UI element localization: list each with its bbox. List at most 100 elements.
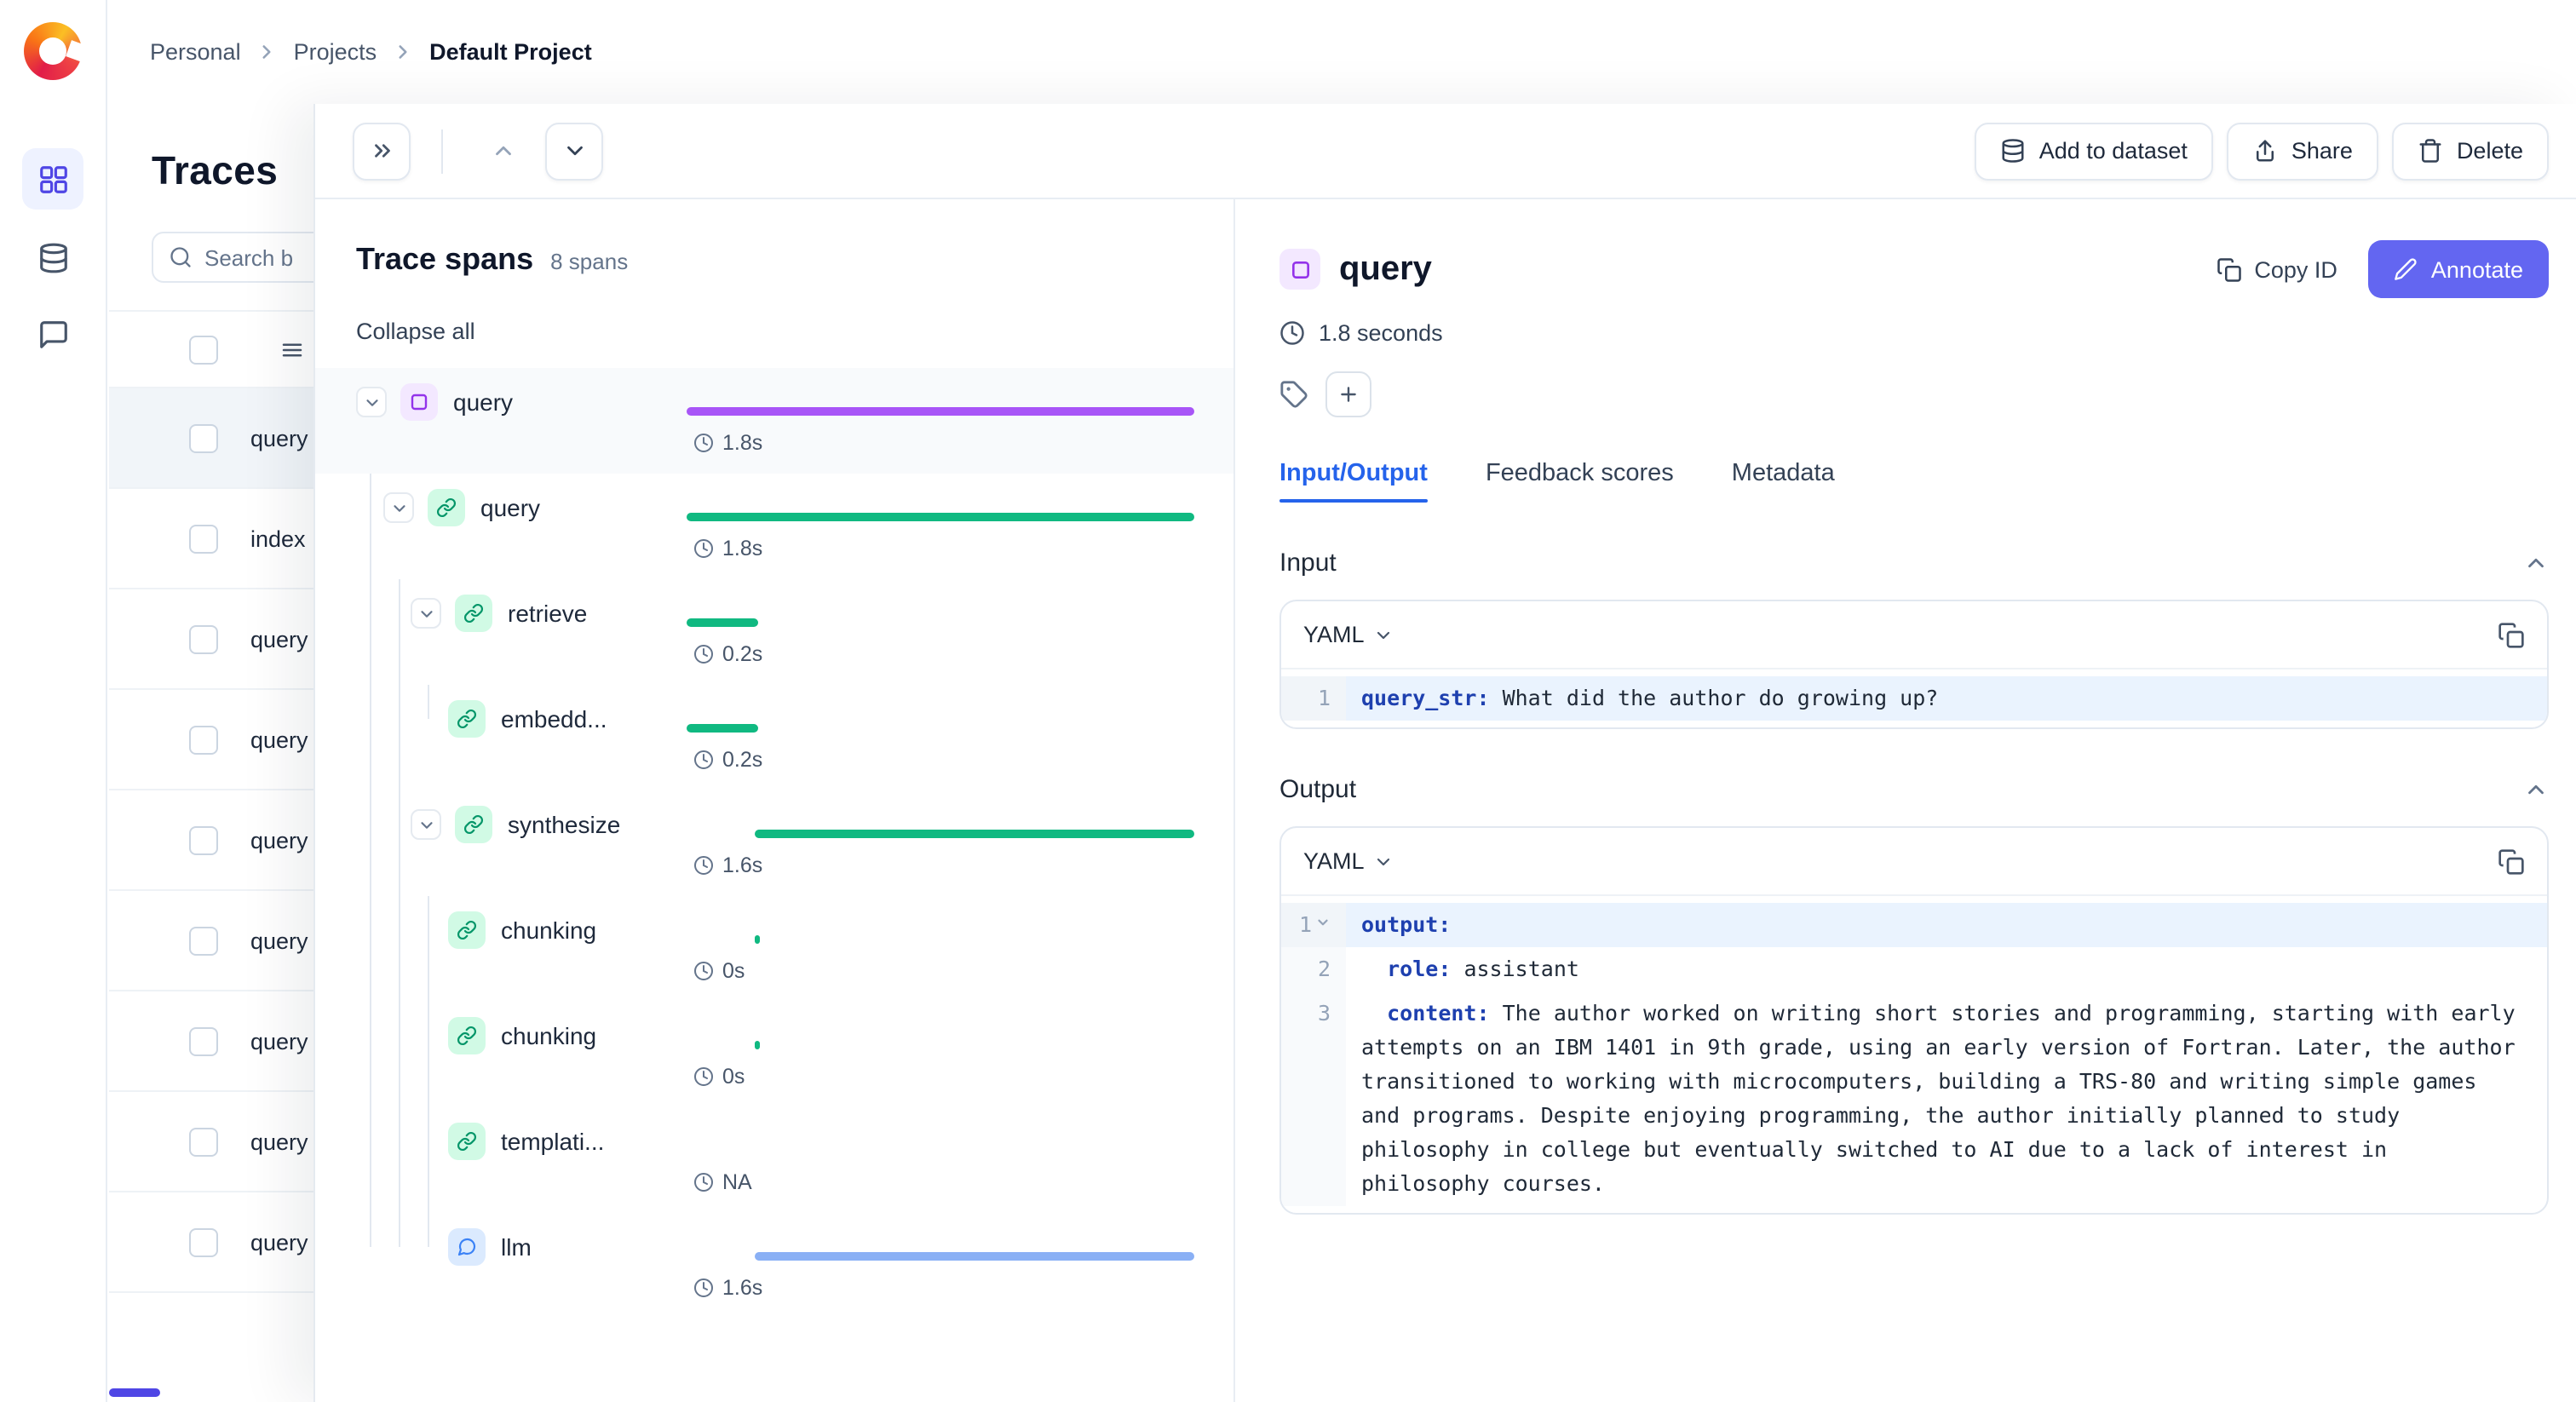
add-to-dataset-button[interactable]: Add to dataset xyxy=(1974,122,2213,180)
row-checkbox[interactable] xyxy=(189,1127,218,1156)
chevron-down-icon[interactable] xyxy=(356,387,387,417)
link-icon xyxy=(455,595,492,632)
format-select[interactable]: YAML xyxy=(1303,848,1394,874)
collapse-input-button[interactable] xyxy=(2523,550,2549,576)
copy-id-button[interactable]: Copy ID xyxy=(2217,256,2337,282)
traces-table: query index query query query query quer… xyxy=(109,310,315,1293)
line-number: 1 xyxy=(1281,676,1346,721)
trace-spans-panel: Trace spans 8 spans Collapse all query 1… xyxy=(315,199,1235,1402)
chevrons-right-icon xyxy=(369,138,394,164)
delete-label: Delete xyxy=(2456,138,2523,164)
copy-icon[interactable] xyxy=(2498,621,2525,648)
span-row[interactable]: chunking 0s xyxy=(315,1002,1233,1107)
tab-metadata[interactable]: Metadata xyxy=(1732,460,1835,503)
spans-count: 8 spans xyxy=(550,249,629,274)
link-icon xyxy=(448,700,486,738)
traces-table-header xyxy=(109,310,315,388)
search-input[interactable] xyxy=(152,232,315,283)
sidebar-item-projects[interactable] xyxy=(22,148,83,210)
search-field[interactable] xyxy=(204,244,315,270)
trace-icon xyxy=(1279,249,1320,290)
chevron-down-icon xyxy=(561,138,587,164)
fold-caret-icon[interactable] xyxy=(1315,915,1331,930)
span-detail-panel: query Copy ID Annotate 1.8 seconds Input… xyxy=(1235,199,2576,1402)
code-line: 3 content: The author worked on writing … xyxy=(1281,991,2547,1206)
code-line: 1 query_str: What did the author do grow… xyxy=(1281,676,2547,721)
table-row[interactable]: query xyxy=(109,891,315,991)
table-row[interactable]: query xyxy=(109,790,315,891)
duration-bar xyxy=(687,513,1194,521)
tags-row xyxy=(1279,371,2549,417)
pencil-icon xyxy=(2394,257,2418,281)
span-row[interactable]: chunking 0s xyxy=(315,896,1233,1002)
share-button[interactable]: Share xyxy=(2226,122,2378,180)
dataset-icon xyxy=(2000,138,2026,164)
sidebar-item-datasets[interactable] xyxy=(22,227,83,288)
next-trace-button[interactable] xyxy=(545,122,603,180)
line-number: 3 xyxy=(1281,991,1346,1206)
row-checkbox[interactable] xyxy=(189,825,218,854)
collapse-output-button[interactable] xyxy=(2523,777,2549,802)
search-icon xyxy=(169,245,193,269)
input-code-box: YAML 1 query_str: What did the author do… xyxy=(1279,600,2549,729)
add-to-dataset-label: Add to dataset xyxy=(2038,138,2188,164)
breadcrumb-current-project[interactable]: Default Project xyxy=(429,39,592,65)
trace-detail-overlay: Add to dataset Share Delete Trace spans … xyxy=(313,104,2576,1402)
format-select[interactable]: YAML xyxy=(1303,622,1394,647)
column-menu-icon[interactable] xyxy=(279,336,305,362)
row-checkbox[interactable] xyxy=(189,1227,218,1256)
table-row[interactable]: query xyxy=(109,1092,315,1192)
row-checkbox[interactable] xyxy=(189,423,218,452)
delete-button[interactable]: Delete xyxy=(2391,122,2549,180)
span-row[interactable]: retrieve 0.2s xyxy=(315,579,1233,685)
collapse-all-button[interactable]: Collapse all xyxy=(356,319,475,344)
duration-bar xyxy=(687,407,1194,416)
output-section-header: Output xyxy=(1279,775,2549,804)
annotate-button[interactable]: Annotate xyxy=(2367,240,2549,298)
chat-bubble-icon xyxy=(448,1228,486,1266)
row-checkbox[interactable] xyxy=(189,624,218,653)
comet-logo[interactable] xyxy=(24,22,82,80)
table-row[interactable]: query xyxy=(109,388,315,489)
row-checkbox[interactable] xyxy=(189,725,218,754)
sidebar-item-feedback[interactable] xyxy=(22,303,83,365)
database-icon xyxy=(37,241,69,273)
chevron-down-icon[interactable] xyxy=(383,492,414,523)
span-row[interactable]: synthesize 1.6s xyxy=(315,790,1233,896)
expand-panel-button[interactable] xyxy=(353,122,411,180)
span-row[interactable]: query 1.8s xyxy=(315,368,1233,474)
left-sidebar xyxy=(0,0,107,1402)
chevron-down-icon[interactable] xyxy=(411,598,441,629)
row-checkbox[interactable] xyxy=(189,926,218,955)
horizontal-scrollbar[interactable] xyxy=(109,1388,160,1397)
span-row[interactable]: templati... NA xyxy=(315,1107,1233,1213)
row-checkbox[interactable] xyxy=(189,1026,218,1055)
table-row[interactable]: query xyxy=(109,589,315,690)
table-row[interactable]: query xyxy=(109,991,315,1092)
top-bar: Personal Projects Default Project xyxy=(0,0,2576,104)
duration-bar xyxy=(687,618,758,627)
page-title: Traces xyxy=(152,148,279,192)
span-row[interactable]: embedd... 0.2s xyxy=(315,685,1233,790)
comments-icon xyxy=(37,318,69,350)
tab-input-output[interactable]: Input/Output xyxy=(1279,460,1428,503)
trash-icon xyxy=(2418,138,2443,164)
line-number: 2 xyxy=(1281,947,1346,991)
copy-icon[interactable] xyxy=(2498,848,2525,875)
table-row[interactable]: query xyxy=(109,1192,315,1293)
copy-icon xyxy=(2217,256,2242,282)
span-row[interactable]: llm 1.6s xyxy=(315,1213,1233,1319)
chevron-down-icon[interactable] xyxy=(411,809,441,840)
breadcrumb-personal[interactable]: Personal xyxy=(150,39,241,65)
breadcrumb-projects[interactable]: Projects xyxy=(294,39,377,65)
previous-trace-button[interactable] xyxy=(474,122,532,180)
table-row[interactable]: query xyxy=(109,690,315,790)
duration-bar xyxy=(755,935,760,944)
row-checkbox[interactable] xyxy=(189,524,218,553)
add-tag-button[interactable] xyxy=(1325,371,1371,417)
table-row[interactable]: index xyxy=(109,489,315,589)
select-all-checkbox[interactable] xyxy=(189,335,218,364)
span-tree: query 1.8s query 1.8s retrieve 0.2s embe… xyxy=(315,368,1233,1319)
tab-feedback-scores[interactable]: Feedback scores xyxy=(1486,460,1674,503)
span-row[interactable]: query 1.8s xyxy=(315,474,1233,579)
